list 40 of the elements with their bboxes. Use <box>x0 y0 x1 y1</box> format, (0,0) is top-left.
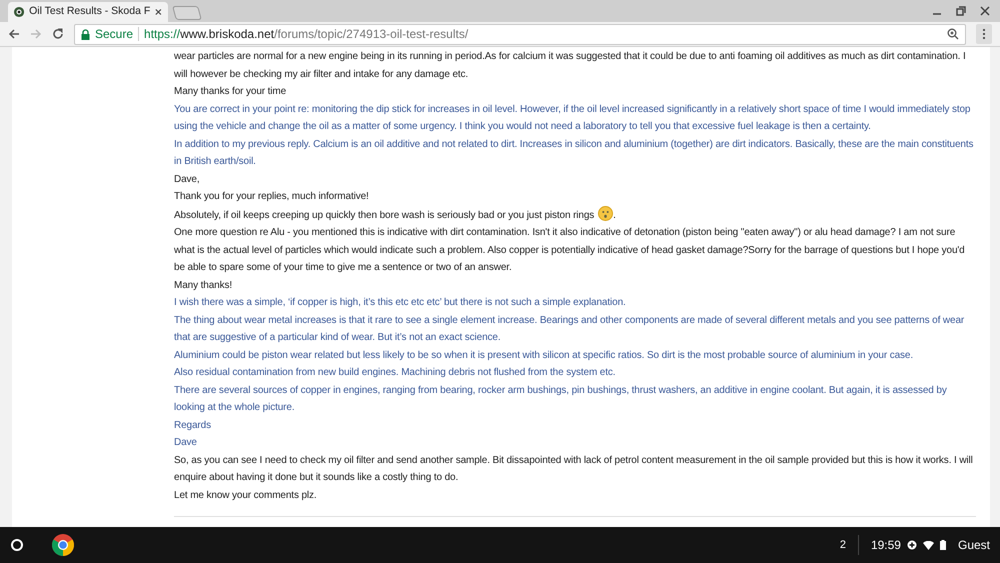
quoted-text: Regards <box>174 418 212 432</box>
address-bar[interactable]: Secure https://www.briskoda.net/forums/topic/274913-oil-test-results/ <box>74 24 966 44</box>
post-text: Thank you for your replies, much informative! <box>174 190 370 204</box>
restore-icon[interactable] <box>956 6 966 16</box>
clock[interactable]: 19:59 <box>858 536 901 554</box>
notification-count[interactable]: 2 <box>840 536 858 554</box>
tab-title: Oil Test Results - Skoda F <box>29 4 150 20</box>
post-text: Many thanks for your time <box>174 85 288 99</box>
post-text: Absolutely, if oil keeps creeping up quickly then bore wash is seriously bad or you just piston rings . <box>174 206 976 224</box>
post-text: Dave, <box>174 172 201 186</box>
quoted-text: In addition to my previous reply. Calcium is an oil additive and not related to dirt. Increases in silicon and aluminium (together) are dirt indicators. Basically, these are the main constituents in British earth/soil. <box>174 138 974 169</box>
back-arrow-icon[interactable] <box>8 28 20 40</box>
battery-icon[interactable] <box>940 540 946 550</box>
quoted-text: There are several sources of copper in engines, ranging from bearing, rocker arm bushings, pin bushings, thrust washers, an additive in engine coolant. But again, it is assessed by looking at the whole picture. <box>174 384 948 415</box>
post-text: So, as you can see I need to check my oil filter and send another sample. Bit dissapointed with lack of petrol content measurement in the oil sample provided but this is how it works. I will enquire about having it done but it sounds like a costly thing to do. <box>174 454 974 485</box>
chrome-icon[interactable] <box>52 534 74 556</box>
close-icon[interactable] <box>155 8 162 16</box>
browser-tab[interactable]: Oil Test Results - Skoda F <box>8 2 168 22</box>
menu-button[interactable] <box>976 24 992 44</box>
post-text: Many thanks! <box>174 278 234 292</box>
quoted-text: Also residual contamination from new build engines. Machining debris not flushed from the system etc. <box>174 366 616 380</box>
post-text: One more question re Alu - you mentioned this is indicative with dirt contamination. Isn't it also indicative of detonation (piston being "eaten away") or alu head damage? I am not sure what is the actual level of particles which would indicate such a problem. Also copper is potentially indicative of head gasket damage?Sorry for the barrage of questions but I hope you'd be able to spare some of your time to give me a sentence or two of an answer. <box>174 226 966 275</box>
reload-icon[interactable] <box>52 28 64 40</box>
launcher-icon[interactable] <box>10 538 24 552</box>
url-text: https://www.briskoda.net/forums/topic/274913-oil-test-results/ <box>144 26 468 43</box>
quoted-text: Aluminium could be piston wear related but less likely to be so when it is present with silicon at specific ratios. So dirt is the most probable source of aluminium in your case. <box>174 348 914 362</box>
security-label: Secure <box>95 26 134 43</box>
network-icon[interactable] <box>906 540 917 550</box>
quoted-text: I wish there was a simple, ‘if copper is high, it’s this etc etc etc’ but there is not such a simple explanation. <box>174 296 627 310</box>
lock-icon <box>81 28 90 40</box>
post-text: Let me know your comments plz. <box>174 488 318 502</box>
zoom-icon[interactable] <box>947 28 959 40</box>
user-name[interactable]: Guest <box>958 536 990 554</box>
quoted-text: The thing about wear metal increases is that it rare to see a single element increase. Bearings and other components are made of several different metals and you see patterns of wear that are suggestive of a particular kind of wear. But it’s not an exact science. <box>174 314 966 345</box>
wifi-icon[interactable] <box>922 540 934 550</box>
quoted-text: Dave <box>174 436 198 450</box>
site-icon <box>14 6 24 18</box>
quoted-text: You are correct in your point re: monitoring the dip stick for increases in oil level. However, if the oil level increased significantly in a relatively short space of time I would immediately stop using the vehicle and change the oil as a matter of some urgency. I think you would not need a laboratory to tell you that excessive fuel leakage is then a certainty. <box>174 102 972 134</box>
post-text: wear particles are normal for a new engine being in its running in period.As for calcium it was suggested that it could be due to anti foaming oil additives as much as dirt contamination. I will however be checking my air filter and intake for any damage etc. <box>174 50 967 82</box>
close-icon[interactable] <box>980 6 990 16</box>
